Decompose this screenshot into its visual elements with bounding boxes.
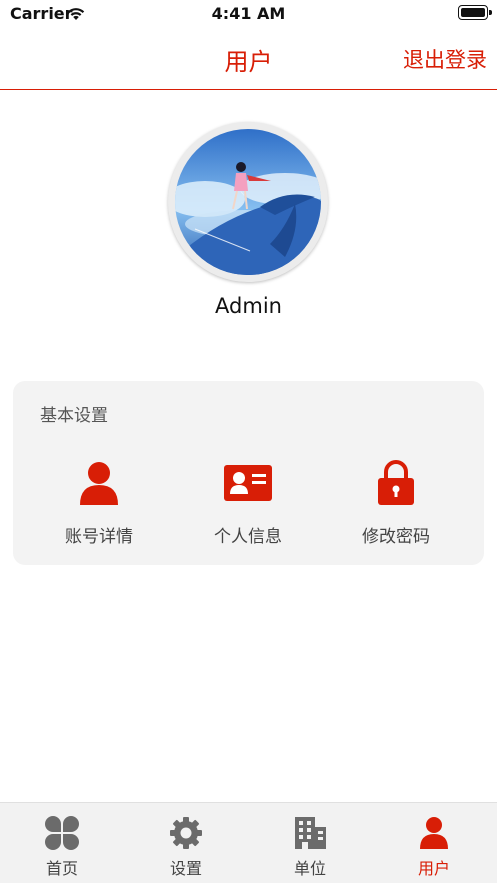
tab-bar: 首页 设置 单位 用户 [0, 802, 497, 883]
personal-info-button[interactable]: 个人信息 [178, 459, 318, 549]
settings-card: 基本设置 账号详情 个人信息 修改密码 [13, 381, 484, 565]
gear-icon [168, 815, 204, 851]
tab-user[interactable]: 用户 [372, 803, 496, 883]
section-title: 基本设置 [40, 406, 108, 426]
change-password-label: 修改密码 [362, 527, 430, 547]
status-bar: Carrier 4:41 AM [0, 0, 497, 28]
tab-home-label: 首页 [45, 859, 78, 878]
battery-icon [458, 5, 492, 20]
account-details-label: 账号详情 [65, 527, 133, 547]
tab-user-label: 用户 [417, 859, 450, 878]
logout-button[interactable]: 退出登录 [403, 44, 487, 74]
building-icon [292, 815, 328, 851]
tab-settings[interactable]: 设置 [124, 803, 248, 883]
clover-icon [44, 815, 80, 851]
user-icon [73, 459, 125, 507]
id-card-icon [222, 459, 274, 507]
tab-home[interactable]: 首页 [0, 803, 124, 883]
username: Admin [215, 294, 282, 318]
personal-info-label: 个人信息 [214, 527, 282, 547]
tab-settings-label: 设置 [169, 859, 202, 878]
tab-units[interactable]: 单位 [248, 803, 372, 883]
clock: 4:41 AM [211, 4, 286, 23]
account-details-button[interactable]: 账号详情 [29, 459, 169, 549]
lock-icon [370, 459, 422, 507]
user-icon [416, 815, 452, 851]
avatar[interactable] [175, 129, 321, 275]
tab-units-label: 单位 [293, 859, 326, 878]
nav-bar: 用户 退出登录 [0, 28, 497, 90]
change-password-button[interactable]: 修改密码 [326, 459, 466, 549]
avatar-frame [168, 122, 328, 282]
